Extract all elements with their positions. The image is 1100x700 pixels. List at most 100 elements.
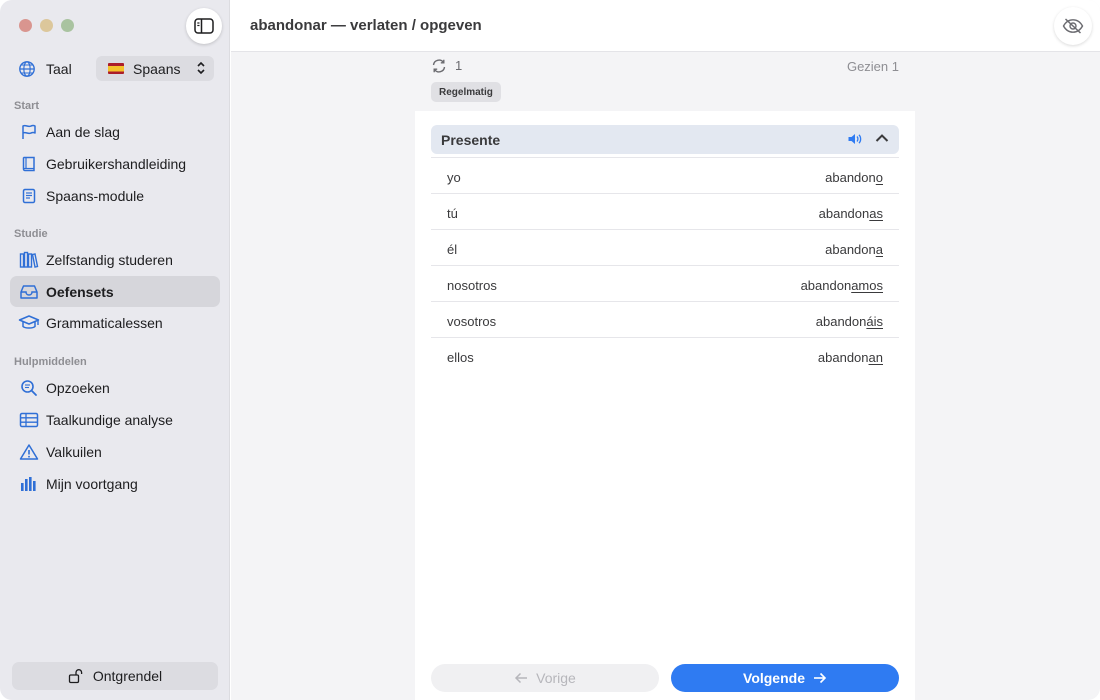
verb-ending: áis bbox=[866, 314, 883, 329]
window-controls bbox=[19, 19, 74, 32]
verb-stem: abandon bbox=[815, 314, 867, 329]
pronoun: él bbox=[447, 242, 458, 257]
minimize-window-button[interactable] bbox=[40, 19, 53, 32]
sidebar-item-opzoeken[interactable]: Opzoeken bbox=[10, 372, 220, 403]
search-icon bbox=[21, 379, 37, 396]
sidebar-item-label: Mijn voortgang bbox=[46, 475, 138, 492]
table-row: yo abandono bbox=[431, 157, 899, 193]
sidebar-item-mijn-voortgang[interactable]: Mijn voortgang bbox=[10, 468, 220, 499]
hide-answers-button[interactable] bbox=[1054, 7, 1092, 45]
spain-flag-icon bbox=[108, 63, 124, 74]
conjugated-form: abandonan bbox=[818, 350, 883, 365]
conjugated-form: abandonas bbox=[819, 206, 883, 221]
verb-ending: amos bbox=[851, 278, 883, 293]
sidebar-item-taalkundige-analyse[interactable]: Taalkundige analyse bbox=[10, 404, 220, 435]
verb-ending: o bbox=[875, 170, 883, 185]
pronoun: ellos bbox=[447, 350, 474, 365]
module-book-icon bbox=[22, 188, 36, 203]
arrow-right-icon bbox=[813, 672, 827, 684]
chevron-up-icon[interactable] bbox=[875, 133, 889, 143]
conjugation-card: Presente yo abandono tú abandonas él aba… bbox=[415, 111, 915, 700]
sidebar-item-aan-de-slag[interactable]: Aan de slag bbox=[10, 116, 220, 147]
verb-stem: abandon bbox=[800, 278, 852, 293]
table-icon bbox=[19, 412, 39, 427]
sidebar-item-label: Valkuilen bbox=[46, 443, 102, 460]
language-select-value: Spaans bbox=[133, 60, 181, 77]
conjugation-table: yo abandono tú abandonas él abandona nos… bbox=[431, 157, 899, 373]
meta-row: 1 Gezien 1 bbox=[431, 58, 899, 76]
globe-icon bbox=[19, 61, 35, 77]
previous-label: Vorige bbox=[536, 670, 576, 686]
sidebar-item-label: Oefensets bbox=[46, 283, 114, 300]
unlock-icon bbox=[68, 669, 83, 684]
verb-stem: abandon bbox=[825, 170, 876, 185]
verb-ending: an bbox=[868, 350, 883, 365]
chevron-up-down-icon bbox=[197, 61, 205, 75]
eye-slash-icon bbox=[1062, 18, 1084, 34]
verb-ending: as bbox=[869, 206, 883, 221]
table-row: nosotros abandonamos bbox=[431, 265, 899, 301]
pronoun: yo bbox=[447, 170, 461, 185]
language-row: Taal Spaans bbox=[18, 56, 214, 82]
warning-icon bbox=[19, 443, 39, 460]
flag-icon bbox=[22, 124, 36, 139]
pronoun: nosotros bbox=[447, 278, 497, 293]
tray-icon bbox=[20, 284, 38, 299]
sidebar-item-label: Zelfstandig studeren bbox=[46, 251, 173, 268]
close-window-button[interactable] bbox=[19, 19, 32, 32]
sidebar-item-zelfstandig-studeren[interactable]: Zelfstandig studeren bbox=[10, 244, 220, 275]
navigation-footer: Vorige Volgende bbox=[415, 654, 915, 700]
main-content: abandonar — verlaten / opgeven 1 Gezien … bbox=[231, 0, 1100, 700]
review-count: 1 bbox=[455, 58, 463, 73]
sidebar-item-label: Opzoeken bbox=[46, 379, 110, 396]
conjugated-form: abandonamos bbox=[801, 278, 883, 293]
sidebar-item-valkuilen[interactable]: Valkuilen bbox=[10, 436, 220, 467]
section-heading-hulpmiddelen: Hulpmiddelen bbox=[14, 356, 87, 368]
tense-header[interactable]: Presente bbox=[431, 125, 899, 154]
sidebar-item-label: Grammaticalessen bbox=[46, 314, 163, 331]
arrow-left-icon bbox=[515, 672, 528, 684]
table-row: vosotros abandonáis bbox=[431, 301, 899, 337]
sidebar-toggle-button[interactable] bbox=[186, 8, 222, 44]
pronoun: tú bbox=[447, 206, 458, 221]
table-row: ellos abandonan bbox=[431, 337, 899, 373]
language-select[interactable]: Spaans bbox=[96, 56, 214, 81]
seen-count: Gezien 1 bbox=[846, 59, 899, 74]
section-heading-studie: Studie bbox=[14, 228, 48, 240]
language-label: Taal bbox=[46, 61, 72, 77]
verb-stem: abandon bbox=[818, 206, 870, 221]
graduation-cap-icon bbox=[18, 314, 40, 329]
sidebar-item-label: Taalkundige analyse bbox=[46, 411, 173, 428]
pronoun: vosotros bbox=[447, 314, 497, 329]
review-counter: 1 bbox=[431, 58, 462, 73]
conjugated-form: abandonáis bbox=[816, 314, 883, 329]
book-icon bbox=[22, 156, 35, 171]
next-button[interactable]: Volgende bbox=[671, 664, 899, 692]
sidebar-item-label: Gebruikershandleiding bbox=[46, 155, 187, 172]
sidebar-item-label: Aan de slag bbox=[46, 123, 120, 140]
speaker-icon[interactable] bbox=[847, 132, 863, 146]
conjugated-form: abandono bbox=[825, 170, 883, 185]
bar-chart-icon bbox=[21, 476, 36, 491]
refresh-icon bbox=[432, 58, 446, 73]
verb-stem: abandon bbox=[817, 350, 869, 365]
toolbar: abandonar — verlaten / opgeven bbox=[231, 0, 1100, 52]
zoom-window-button[interactable] bbox=[61, 19, 74, 32]
sidebar-item-grammaticalessen[interactable]: Grammaticalessen bbox=[10, 307, 220, 338]
tense-title: Presente bbox=[441, 132, 501, 148]
library-icon bbox=[19, 251, 39, 268]
verb-ending: a bbox=[875, 242, 883, 257]
next-label: Volgende bbox=[743, 670, 805, 686]
verb-stem: abandon bbox=[825, 242, 876, 257]
table-row: él abandona bbox=[431, 229, 899, 265]
unlock-label: Ontgrendel bbox=[92, 668, 163, 684]
sidebar-item-oefensets[interactable]: Oefensets bbox=[10, 276, 220, 307]
conjugated-form: abandona bbox=[825, 242, 883, 257]
table-row: tú abandonas bbox=[431, 193, 899, 229]
sidebar-icon bbox=[194, 18, 214, 34]
sidebar-item-gebruikershandleiding[interactable]: Gebruikershandleiding bbox=[10, 148, 220, 179]
sidebar-item-spaans-module[interactable]: Spaans-module bbox=[10, 180, 220, 211]
regular-verb-badge: Regelmatig bbox=[431, 82, 501, 102]
unlock-button[interactable]: Ontgrendel bbox=[12, 662, 218, 690]
previous-button[interactable]: Vorige bbox=[431, 664, 659, 692]
